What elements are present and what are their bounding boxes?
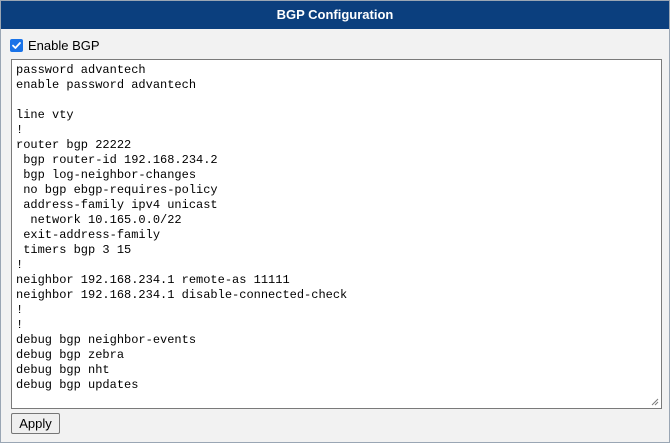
bgp-config-panel: BGP Configuration Enable BGP password ad… xyxy=(0,0,670,443)
checkmark-icon xyxy=(12,41,21,49)
config-text[interactable]: password advantech enable password advan… xyxy=(16,63,657,393)
apply-button[interactable]: Apply xyxy=(11,413,60,434)
config-textarea[interactable]: password advantech enable password advan… xyxy=(11,59,662,409)
panel-title: BGP Configuration xyxy=(1,1,669,29)
enable-bgp-row[interactable]: Enable BGP xyxy=(10,37,100,53)
resize-grip-icon[interactable] xyxy=(651,398,659,406)
enable-bgp-checkbox[interactable] xyxy=(10,38,23,52)
enable-bgp-label[interactable]: Enable BGP xyxy=(28,38,100,53)
